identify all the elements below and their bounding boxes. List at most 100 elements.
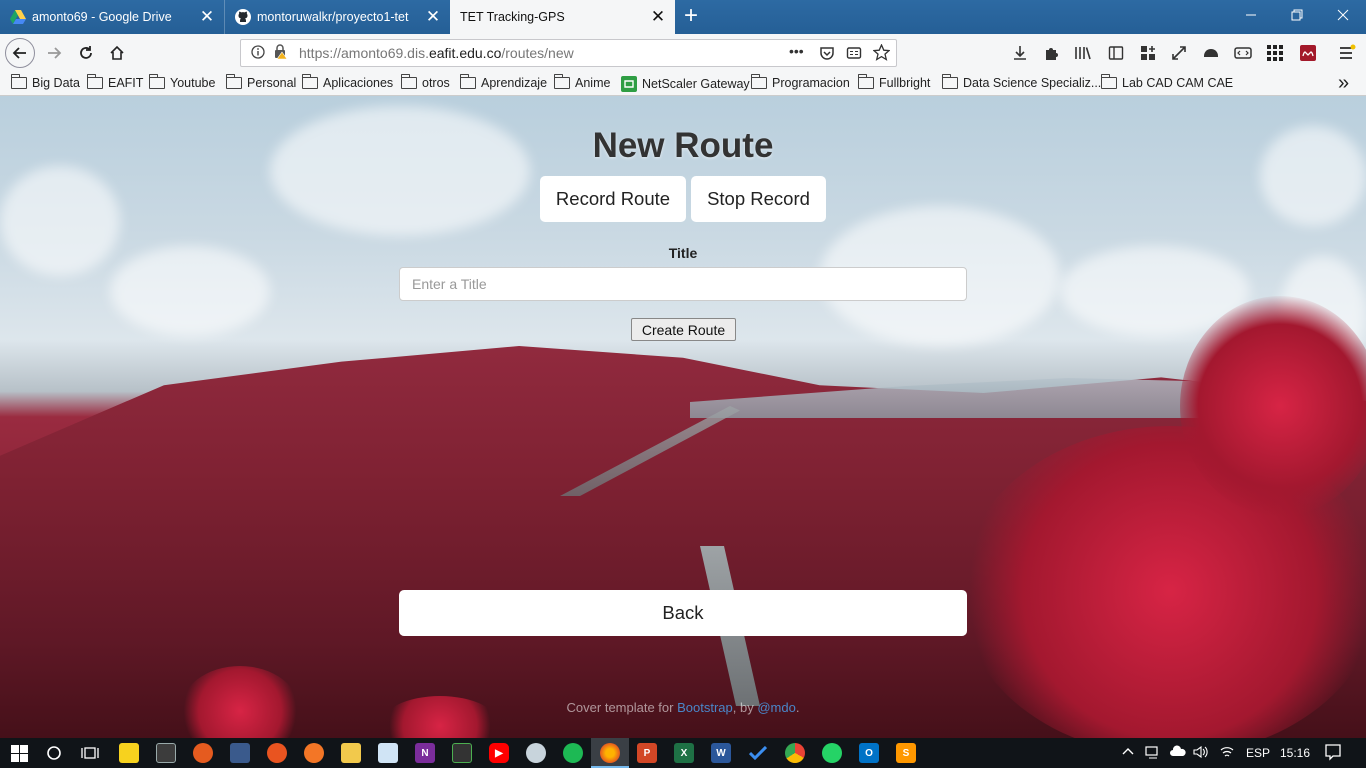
folder-icon — [148, 74, 165, 89]
fullscreen-icon[interactable] — [1169, 43, 1189, 63]
search-icon[interactable] — [44, 743, 64, 763]
minimize-window-button[interactable] — [1228, 0, 1274, 34]
downloads-icon[interactable] — [1010, 43, 1030, 63]
insecure-lock-icon[interactable] — [273, 44, 291, 62]
todo-icon[interactable] — [748, 743, 768, 763]
new-tab-button[interactable]: + — [678, 4, 704, 30]
forward-nav-button[interactable] — [40, 39, 68, 67]
notepad-icon[interactable] — [378, 743, 398, 763]
show-hidden-icons[interactable] — [1122, 745, 1134, 760]
mdo-link[interactable]: @mdo — [757, 700, 796, 715]
sticky-notes-icon[interactable] — [119, 743, 139, 763]
network-icon[interactable] — [1145, 745, 1161, 762]
sublime-text-icon[interactable]: S — [896, 743, 916, 763]
page-actions-icon[interactable]: ••• — [789, 43, 804, 59]
app-icon[interactable] — [230, 743, 250, 763]
onenote-icon[interactable]: N — [415, 743, 435, 763]
bootstrap-link[interactable]: Bootstrap — [677, 700, 733, 715]
firefox-icon[interactable] — [600, 743, 620, 763]
terminal-icon[interactable] — [452, 743, 472, 763]
spotify-icon[interactable] — [563, 743, 583, 763]
menu-icon[interactable] — [1337, 43, 1357, 63]
tab-bar: amonto69 - Google Drive ✕ montoruwalkr/p… — [0, 0, 1366, 34]
apps-grid-icon[interactable] — [1265, 43, 1285, 63]
close-tab-icon[interactable]: ✕ — [198, 8, 216, 26]
bookmark-folder[interactable]: Youtube — [148, 74, 215, 90]
ubuntu-icon[interactable] — [267, 743, 287, 763]
app-icon[interactable] — [526, 743, 546, 763]
excel-icon[interactable]: X — [674, 743, 694, 763]
bookmark-folder[interactable]: EAFIT — [86, 74, 143, 90]
volume-icon[interactable] — [1193, 745, 1209, 762]
windows-start-icon[interactable] — [9, 743, 29, 763]
bookmark-folder[interactable]: Lab CAD CAM CAE — [1100, 74, 1233, 90]
youtube-icon[interactable]: ▶ — [489, 743, 509, 763]
url-path: /routes/new — [501, 45, 574, 61]
bookmark-star-icon[interactable] — [872, 43, 891, 64]
folder-icon — [750, 74, 767, 89]
outlook-icon[interactable]: O — [859, 743, 879, 763]
back-nav-button[interactable] — [5, 38, 35, 68]
url-text: https://amonto69.dis.eafit.edu.co/routes… — [299, 45, 574, 61]
tab-google-drive[interactable]: amonto69 - Google Drive ✕ — [0, 0, 225, 34]
home-button[interactable] — [103, 39, 131, 67]
stop-record-button[interactable]: Stop Record — [691, 176, 826, 222]
arrow-left-icon — [12, 47, 26, 59]
bookmark-folder[interactable]: Aplicaciones — [301, 74, 393, 90]
clock[interactable]: 15:16 — [1280, 746, 1310, 760]
reader-view-icon[interactable] — [846, 45, 862, 64]
bookmark-folder[interactable]: Fullbright — [857, 74, 930, 90]
record-route-button[interactable]: Record Route — [540, 176, 686, 222]
chrome-icon[interactable] — [785, 743, 805, 763]
bookmark-folder[interactable]: Big Data — [10, 74, 80, 90]
bookmark-folder[interactable]: Data Science Specializ... — [941, 74, 1101, 90]
sidebar-icon[interactable] — [1106, 43, 1126, 63]
tab-title: TET Tracking-GPS — [460, 10, 565, 24]
screenshot-icon[interactable] — [1201, 43, 1221, 63]
jupyter-icon[interactable] — [304, 743, 324, 763]
bookmark-folder[interactable]: Anime — [553, 74, 611, 90]
bookmark-folder[interactable]: Aprendizaje — [459, 74, 547, 90]
info-icon[interactable] — [251, 44, 267, 62]
back-button[interactable]: Back — [399, 590, 967, 636]
word-icon[interactable]: W — [711, 743, 731, 763]
containers-icon[interactable] — [1138, 43, 1158, 63]
app-icon[interactable] — [193, 743, 213, 763]
address-bar[interactable]: https://amonto69.dis.eafit.edu.co/routes… — [240, 39, 897, 67]
close-tab-icon[interactable]: ✕ — [424, 8, 442, 26]
create-route-button[interactable]: Create Route — [631, 318, 736, 341]
tab-tet-tracking[interactable]: TET Tracking-GPS ✕ — [450, 0, 675, 34]
wifi-icon[interactable] — [1220, 745, 1234, 762]
app-icon[interactable] — [156, 743, 176, 763]
footer-text: Cover template for — [566, 700, 678, 715]
title-input[interactable] — [399, 267, 967, 301]
close-tab-icon[interactable]: ✕ — [649, 8, 667, 26]
bookmark-folder[interactable]: otros — [400, 74, 450, 90]
folder-icon — [553, 74, 570, 89]
reload-button[interactable] — [72, 39, 100, 67]
extensions-icon[interactable] — [1041, 43, 1061, 63]
onedrive-icon[interactable] — [1169, 745, 1187, 762]
footer-text: , by — [732, 700, 758, 715]
mendeley-icon[interactable] — [1298, 43, 1318, 63]
bookmarks-toolbar: Big Data EAFIT Youtube Personal Aplicaci… — [0, 72, 1366, 96]
language-indicator[interactable]: ESP — [1246, 746, 1270, 760]
folder-icon — [400, 74, 417, 89]
library-icon[interactable] — [1073, 43, 1093, 63]
task-view-icon[interactable] — [80, 743, 100, 763]
pocket-icon[interactable] — [819, 45, 835, 64]
powerpoint-icon[interactable]: P — [637, 743, 657, 763]
restore-window-button[interactable] — [1274, 0, 1320, 34]
close-window-button[interactable] — [1320, 0, 1366, 34]
bookmark-label: Anime — [575, 76, 611, 90]
bookmark-netscaler[interactable]: NetScaler Gateway — [621, 76, 750, 92]
bookmarks-overflow-button[interactable]: » — [1338, 72, 1349, 95]
notifications-icon[interactable] — [1324, 743, 1342, 764]
tab-github[interactable]: montoruwalkr/proyecto1-tet ✕ — [225, 0, 450, 34]
bookmark-folder[interactable]: Programacion — [750, 74, 850, 90]
whatsapp-icon[interactable] — [822, 743, 842, 763]
bookmark-label: Programacion — [772, 76, 850, 90]
responsive-design-icon[interactable] — [1233, 43, 1253, 63]
file-explorer-icon[interactable] — [341, 743, 361, 763]
bookmark-folder[interactable]: Personal — [225, 74, 296, 90]
